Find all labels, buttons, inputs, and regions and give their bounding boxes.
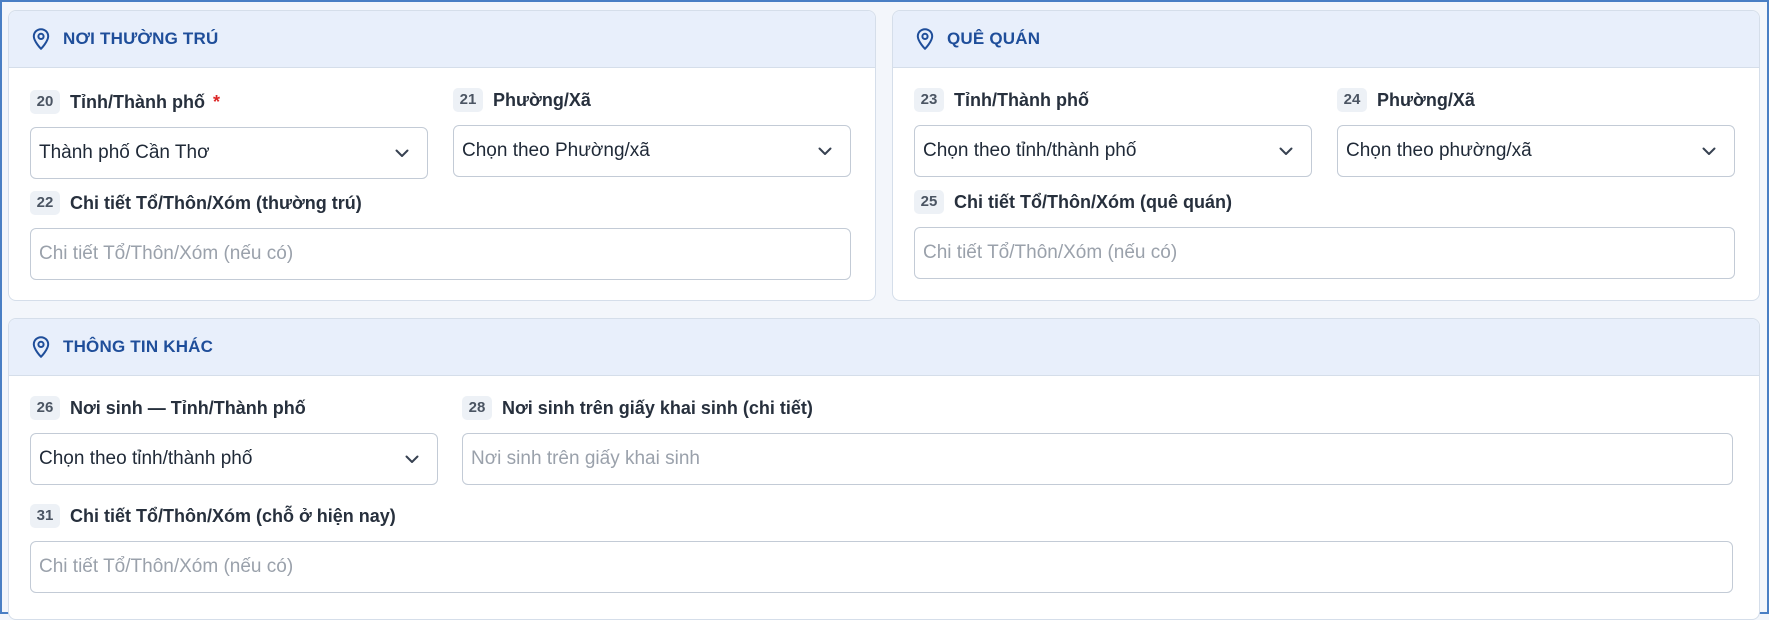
select-value: Thành phố Cần Thơ bbox=[39, 142, 210, 163]
hometown-ward-field: 24 Phường/Xã Chọn theo phường/xã bbox=[1337, 87, 1735, 177]
field-label: Chi tiết Tổ/Thôn/Xóm (chỗ ở hiện nay) bbox=[70, 505, 396, 526]
hometown-card: QUÊ QUÁN 23 Tỉnh/Thành phố Chọn theo tỉn… bbox=[892, 10, 1760, 301]
permanent-detail-input[interactable] bbox=[39, 243, 834, 265]
field-label: Nơi sinh — Tỉnh/Thành phố bbox=[70, 397, 306, 418]
field-label: Tỉnh/Thành phố bbox=[954, 89, 1089, 110]
birth-detail-input-box[interactable] bbox=[462, 433, 1733, 485]
field-number: 22 bbox=[30, 191, 60, 215]
birth-province-select[interactable]: Chọn theo tỉnh/thành phố bbox=[30, 433, 438, 485]
field-number: 20 bbox=[30, 90, 60, 114]
hometown-province-field: 23 Tỉnh/Thành phố Chọn theo tỉnh/thành p… bbox=[914, 87, 1312, 177]
permanent-province-field: 20 Tỉnh/Thành phố * Thành phố Cần Thơ bbox=[30, 89, 428, 179]
field-label: Phường/Xã bbox=[493, 89, 591, 110]
field-number: 31 bbox=[30, 504, 60, 528]
chevron-down-icon bbox=[816, 142, 834, 160]
hometown-province-select[interactable]: Chọn theo tỉnh/thành phố bbox=[914, 125, 1312, 177]
permanent-ward-select[interactable]: Chọn theo Phường/xã bbox=[453, 125, 851, 177]
permanent-address-header: NƠI THƯỜNG TRÚ bbox=[9, 11, 875, 68]
birth-detail-field: 28 Nơi sinh trên giấy khai sinh (chi tiế… bbox=[462, 395, 1733, 485]
other-info-header: THÔNG TIN KHÁC bbox=[9, 319, 1759, 376]
select-value: Chọn theo phường/xã bbox=[1346, 140, 1532, 161]
permanent-province-select[interactable]: Thành phố Cần Thơ bbox=[30, 127, 428, 179]
select-value: Chọn theo tỉnh/thành phố bbox=[923, 140, 1137, 161]
field-number: 26 bbox=[30, 396, 60, 420]
permanent-ward-field: 21 Phường/Xã Chọn theo Phường/xã bbox=[453, 87, 851, 177]
chevron-down-icon bbox=[393, 144, 411, 162]
map-pin-icon bbox=[29, 335, 53, 359]
field-number: 25 bbox=[914, 190, 944, 214]
permanent-detail-field: 22 Chi tiết Tổ/Thôn/Xóm (thường trú) bbox=[30, 190, 851, 280]
chevron-down-icon bbox=[403, 450, 421, 468]
permanent-address-card: NƠI THƯỜNG TRÚ 20 Tỉnh/Thành phố * Thành… bbox=[8, 10, 876, 301]
current-detail-input[interactable] bbox=[39, 556, 1716, 578]
birth-province-field: 26 Nơi sinh — Tỉnh/Thành phố Chọn theo t… bbox=[30, 395, 438, 485]
field-number: 23 bbox=[914, 88, 944, 112]
required-mark: * bbox=[212, 91, 220, 112]
current-detail-input-box[interactable] bbox=[30, 541, 1733, 593]
hometown-ward-select[interactable]: Chọn theo phường/xã bbox=[1337, 125, 1735, 177]
hometown-detail-input-box[interactable] bbox=[914, 227, 1735, 279]
field-label: Chi tiết Tổ/Thôn/Xóm (thường trú) bbox=[70, 192, 362, 213]
select-value: Chọn theo tỉnh/thành phố bbox=[39, 448, 253, 469]
hometown-detail-field: 25 Chi tiết Tổ/Thôn/Xóm (quê quán) bbox=[914, 189, 1735, 279]
field-label: Phường/Xã bbox=[1377, 89, 1475, 110]
birth-detail-input[interactable] bbox=[471, 448, 1716, 470]
current-detail-field: 31 Chi tiết Tổ/Thôn/Xóm (chỗ ở hiện nay) bbox=[30, 503, 1733, 593]
hometown-detail-input[interactable] bbox=[923, 242, 1718, 264]
field-number: 21 bbox=[453, 88, 483, 112]
field-number: 28 bbox=[462, 396, 492, 420]
field-label: Chi tiết Tổ/Thôn/Xóm (quê quán) bbox=[954, 191, 1232, 212]
select-value: Chọn theo Phường/xã bbox=[462, 140, 650, 161]
map-pin-icon bbox=[913, 27, 937, 51]
permanent-detail-input-box[interactable] bbox=[30, 228, 851, 280]
chevron-down-icon bbox=[1700, 142, 1718, 160]
form-frame: NƠI THƯỜNG TRÚ 20 Tỉnh/Thành phố * Thành… bbox=[0, 0, 1769, 620]
permanent-address-title: NƠI THƯỜNG TRÚ bbox=[63, 29, 219, 48]
field-label: Nơi sinh trên giấy khai sinh (chi tiết) bbox=[502, 397, 813, 418]
hometown-header: QUÊ QUÁN bbox=[893, 11, 1759, 68]
other-info-title: THÔNG TIN KHÁC bbox=[63, 337, 214, 356]
field-label: Tỉnh/Thành phố bbox=[70, 91, 205, 112]
other-info-card: THÔNG TIN KHÁC 26 Nơi sinh — Tỉnh/Thành … bbox=[8, 318, 1760, 620]
map-pin-icon bbox=[29, 27, 53, 51]
hometown-title: QUÊ QUÁN bbox=[947, 29, 1041, 48]
chevron-down-icon bbox=[1277, 142, 1295, 160]
field-number: 24 bbox=[1337, 88, 1367, 112]
